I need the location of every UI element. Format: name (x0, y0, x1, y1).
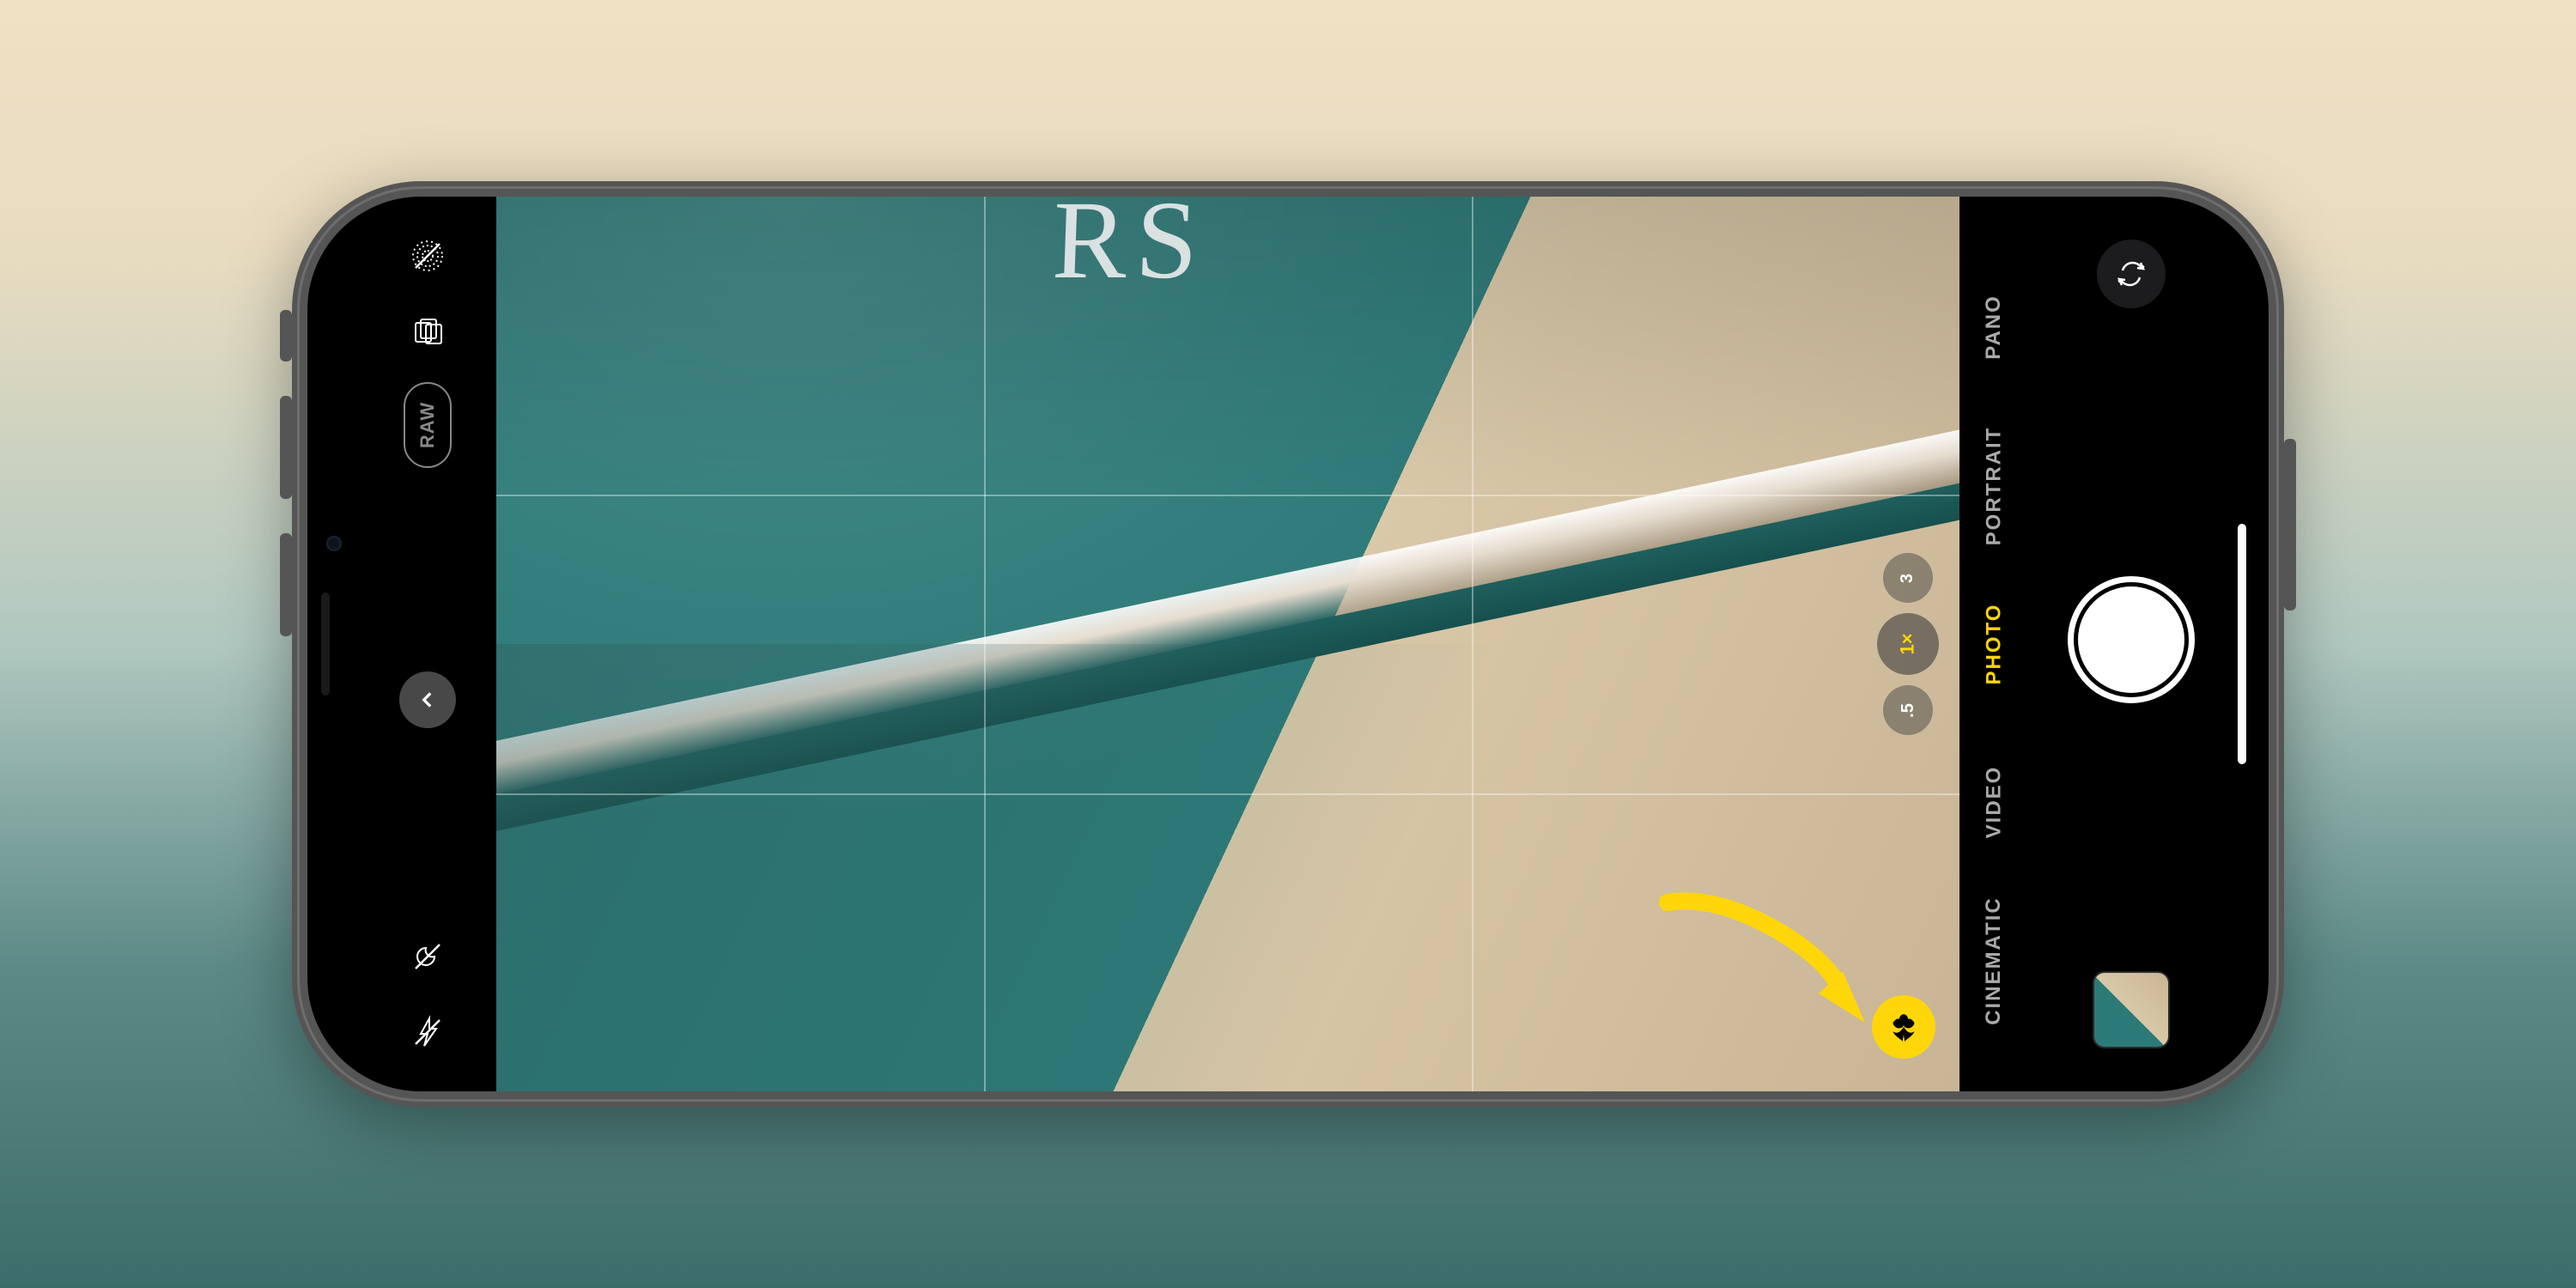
volume-up-button (280, 396, 292, 499)
silent-switch (280, 310, 292, 361)
shutter-inner (2078, 586, 2184, 693)
home-indicator[interactable] (2238, 524, 2246, 764)
mode-portrait[interactable]: PORTRAIT (1982, 426, 2006, 545)
photographic-styles-toggle[interactable] (403, 307, 453, 356)
screen: RAW (307, 197, 2269, 1091)
grid-line-vertical-1 (984, 197, 986, 1091)
zoom-0.5x-button[interactable]: .5 (1883, 685, 1933, 735)
volume-down-button (280, 533, 292, 636)
live-photo-toggle[interactable] (403, 231, 453, 281)
raw-toggle[interactable]: RAW (404, 382, 452, 468)
earpiece-speaker (321, 592, 330, 696)
grid-line-vertical-2 (1472, 197, 1473, 1091)
front-camera (326, 536, 342, 551)
book-title-fragment: RS (1050, 197, 1208, 305)
camera-flip-icon (2114, 257, 2148, 291)
zoom-0.5x-label: .5 (1899, 703, 1918, 718)
chevron-left-icon (416, 689, 439, 711)
mode-photo[interactable]: PHOTO (1982, 604, 2006, 685)
switch-camera-button[interactable] (2097, 240, 2166, 308)
display-notch (307, 464, 355, 824)
zoom-switcher: 3 1× .5 (1877, 553, 1939, 735)
macro-flower-icon (1886, 1009, 1922, 1045)
annotation-arrow (1650, 885, 1874, 1040)
camera-viewfinder[interactable]: RS 3 1× .5 (496, 197, 1959, 1091)
grid-line-horizontal-2 (496, 793, 1959, 795)
raw-label: RAW (416, 402, 439, 448)
shutter-button[interactable] (2068, 576, 2195, 703)
zoom-3x-label: 3 (1899, 573, 1918, 582)
flash-toggle[interactable] (403, 1007, 453, 1057)
mode-cinematic[interactable]: CINEMATIC (1982, 896, 2006, 1025)
zoom-1x-label: 1× (1897, 633, 1919, 654)
night-mode-icon (410, 939, 445, 974)
mode-pano[interactable]: PANO (1982, 295, 2006, 360)
iphone-device-frame: RAW (292, 181, 2284, 1107)
macro-mode-button[interactable] (1872, 995, 1935, 1059)
zoom-1x-button[interactable]: 1× (1877, 613, 1939, 675)
camera-shutter-controls (2028, 197, 2269, 1091)
live-photo-icon (410, 239, 445, 273)
flash-off-icon (410, 1015, 445, 1049)
mode-video[interactable]: VIDEO (1982, 766, 2006, 839)
options-expand-button[interactable] (399, 671, 456, 728)
photographic-styles-icon (410, 314, 445, 349)
power-button (2284, 439, 2296, 611)
zoom-3x-button[interactable]: 3 (1883, 553, 1933, 603)
grid-line-horizontal-1 (496, 495, 1959, 496)
last-photo-thumbnail[interactable] (2093, 971, 2170, 1048)
night-mode-toggle[interactable] (403, 932, 453, 981)
camera-mode-selector[interactable]: PANO PORTRAIT PHOTO VIDEO CINEMATIC (1959, 197, 2028, 1091)
